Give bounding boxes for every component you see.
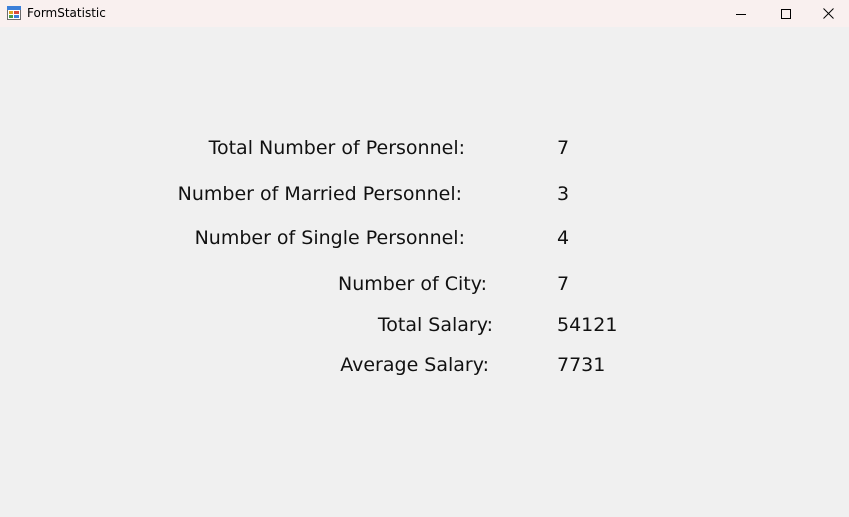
married-personnel-value: 3	[557, 183, 570, 205]
married-personnel-label: Number of Married Personnel:	[177, 183, 462, 205]
close-icon	[823, 8, 834, 19]
single-personnel-value: 4	[557, 227, 570, 249]
total-personnel-label: Total Number of Personnel:	[208, 137, 465, 159]
form-app-icon[interactable]	[7, 5, 21, 20]
average-salary-value: 7731	[557, 354, 606, 376]
total-salary-label: Total Salary:	[377, 314, 493, 336]
city-count-value: 7	[557, 273, 570, 295]
minimize-button[interactable]	[718, 0, 764, 27]
title-bar[interactable]: FormStatistic	[0, 0, 849, 27]
single-personnel-label: Number of Single Personnel:	[194, 227, 465, 249]
total-personnel-value: 7	[557, 137, 570, 159]
form-statistic-window: FormStatistic Total Number of Personnel:…	[0, 0, 849, 517]
minimize-icon	[736, 9, 746, 19]
city-count-label: Number of City:	[338, 273, 487, 295]
close-button[interactable]	[808, 0, 849, 27]
total-salary-value: 54121	[557, 314, 618, 336]
maximize-button[interactable]	[763, 0, 809, 27]
maximize-icon	[781, 8, 791, 19]
window-title: FormStatistic	[27, 6, 106, 20]
average-salary-label: Average Salary:	[340, 354, 489, 376]
